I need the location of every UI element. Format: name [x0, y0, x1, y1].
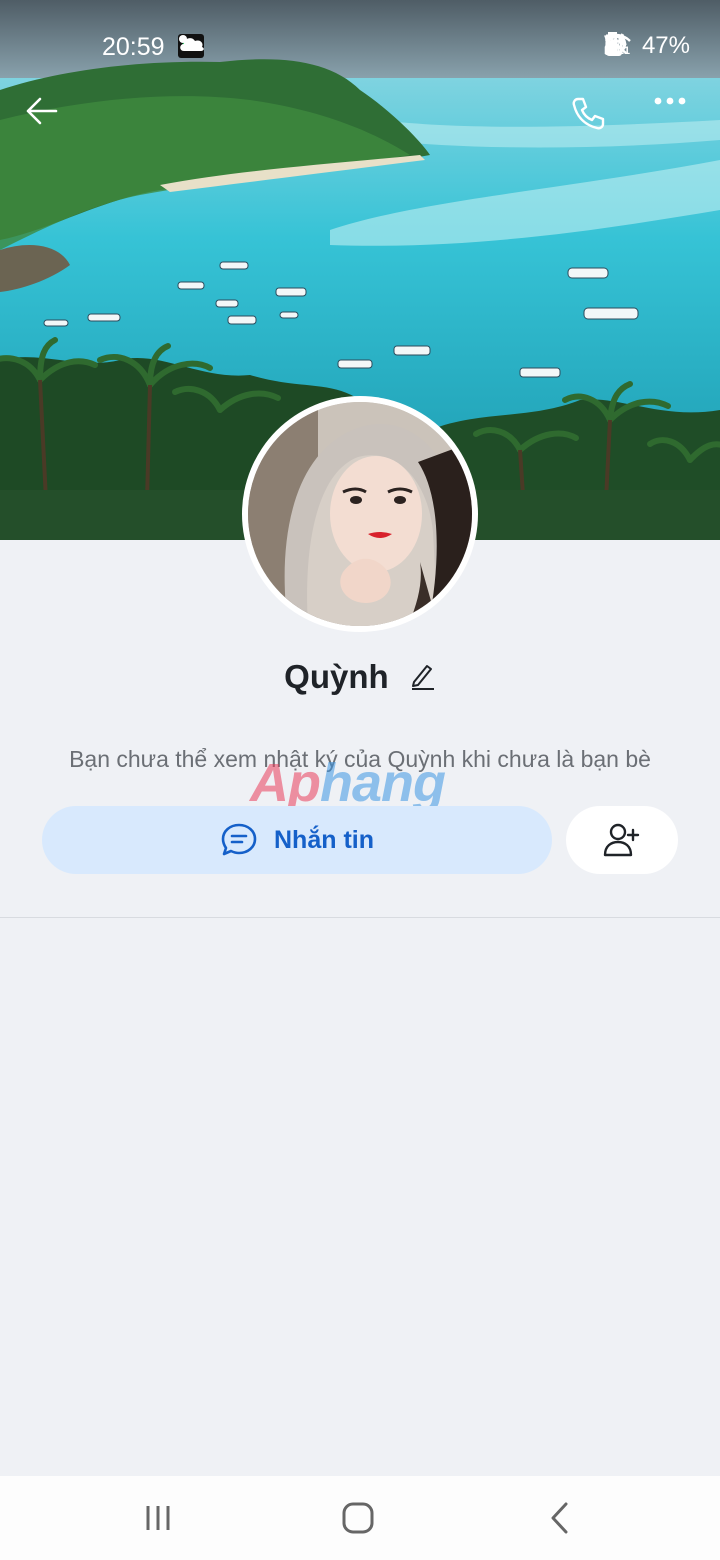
back-icon — [551, 1502, 568, 1534]
recent-apps-icon — [146, 1506, 170, 1530]
battery-percent: 47% — [641, 32, 690, 59]
message-button-label: Nhắn tin — [274, 825, 374, 854]
back-arrow-icon — [26, 97, 58, 125]
profile-avatar[interactable] — [242, 396, 478, 632]
dot-icon — [179, 35, 187, 43]
more-options-button[interactable] — [654, 96, 702, 144]
status-bar: 20:59 Vo)) LTE1 47% — [0, 0, 720, 80]
home-icon — [342, 1502, 374, 1534]
phone-call-icon — [572, 97, 605, 130]
system-nav-bar — [0, 1476, 720, 1560]
add-friend-icon — [603, 823, 640, 857]
chat-bubble-icon — [221, 823, 257, 856]
status-time: 20:59 — [102, 33, 165, 61]
edit-pencil-icon — [411, 665, 434, 691]
edit-name-button[interactable] — [410, 660, 436, 698]
battery-icon — [604, 32, 617, 55]
back-button[interactable] — [24, 96, 72, 144]
profile-name-row: Quỳnh — [0, 658, 720, 698]
home-button[interactable] — [318, 1488, 398, 1548]
avatar-photo — [248, 402, 472, 626]
add-friend-button[interactable] — [566, 806, 678, 874]
nav-back-button[interactable] — [520, 1488, 600, 1548]
call-button[interactable] — [570, 96, 618, 144]
message-button[interactable]: Nhắn tin — [42, 806, 552, 874]
section-divider — [0, 917, 720, 918]
status-right-icons: Vo)) LTE1 47% — [604, 32, 690, 60]
more-options-icon — [654, 97, 686, 105]
recent-apps-button[interactable] — [118, 1488, 198, 1548]
profile-name: Quỳnh — [284, 658, 389, 695]
diary-restriction-note: Bạn chưa thể xem nhật ký của Quỳnh khi c… — [69, 746, 651, 772]
